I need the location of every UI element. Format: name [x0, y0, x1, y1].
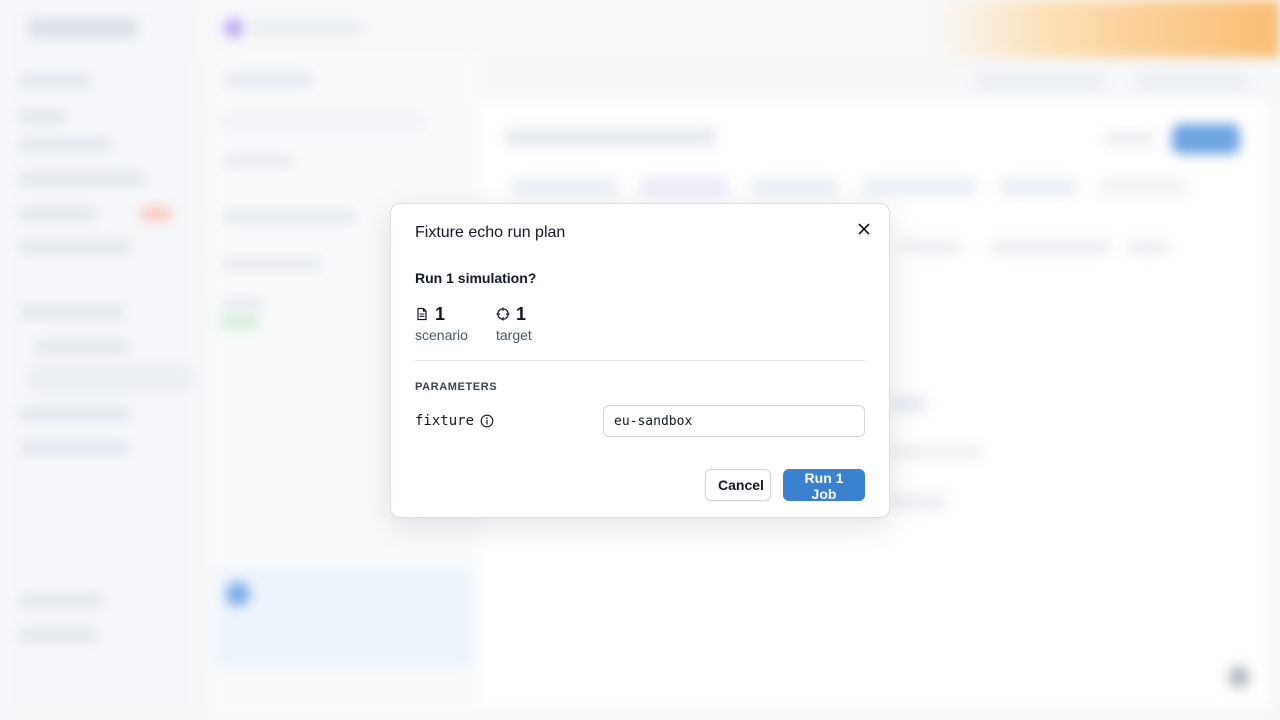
parameters-heading: PARAMETERS [415, 381, 498, 393]
target-stat: 1 target [496, 304, 532, 343]
dialog-question: Run 1 simulation? [415, 270, 537, 286]
target-label: target [496, 327, 532, 343]
run-plan-dialog: Fixture echo run plan Run 1 simulation? … [390, 203, 890, 518]
scenario-stat: 1 scenario [415, 304, 468, 343]
target-icon [496, 307, 510, 321]
fixture-input[interactable] [603, 405, 865, 437]
dialog-title: Fixture echo run plan [415, 224, 566, 241]
info-icon[interactable] [480, 414, 494, 428]
close-button[interactable] [853, 218, 875, 240]
close-icon [858, 223, 870, 235]
parameter-name-text: fixture [415, 413, 475, 429]
cancel-button[interactable]: Cancel [705, 469, 771, 501]
section-divider [415, 360, 865, 361]
parameter-row: fixture [415, 405, 865, 437]
run-job-button[interactable]: Run 1 Job [783, 469, 865, 502]
scenario-label: scenario [415, 327, 468, 343]
scenario-count: 1 [435, 304, 446, 324]
parameter-name: fixture [415, 413, 494, 429]
target-count: 1 [516, 304, 527, 324]
document-icon [417, 307, 427, 321]
